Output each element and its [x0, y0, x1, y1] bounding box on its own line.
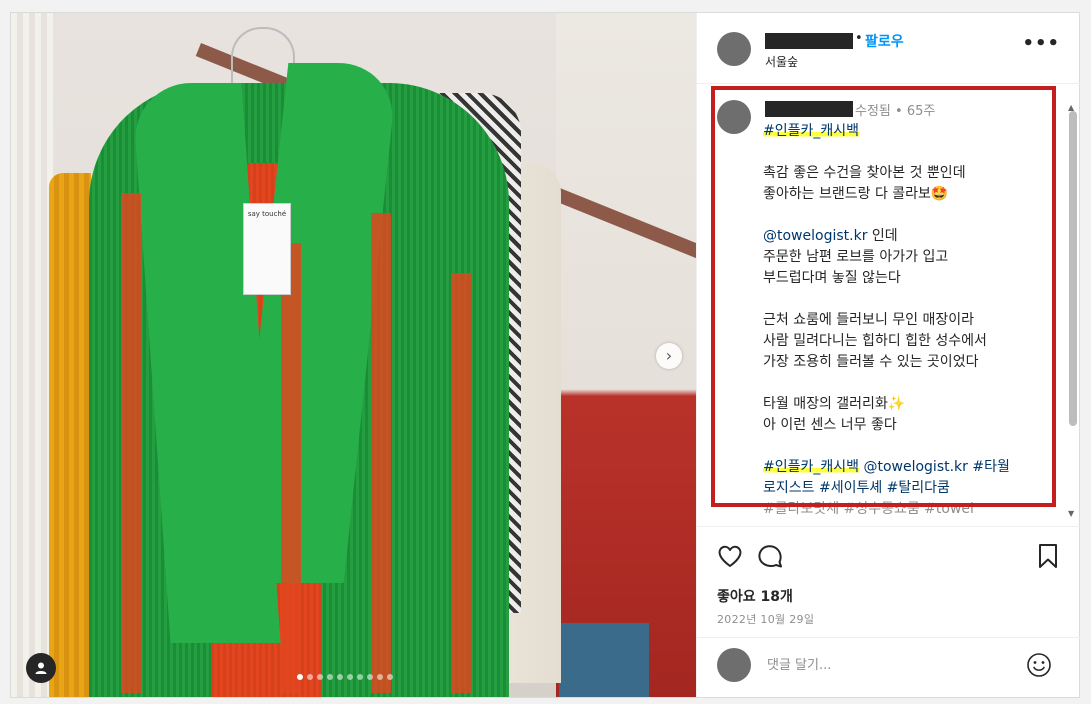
- post-side-panel: • 팔로우 서울숲 ••• 수정됨 • 65주 #인플카_캐시백 촉감 좋은 수…: [696, 13, 1080, 697]
- likes-count[interactable]: 좋아요 18개: [717, 586, 793, 606]
- carousel-dot: [357, 674, 363, 680]
- carousel-dot: [347, 674, 353, 680]
- caption-line: 사람 밀려다니는 힙하디 힙한 성수에서: [763, 333, 987, 349]
- hashtag-links[interactable]: @towelogist.kr #타월: [859, 459, 1009, 475]
- comments-scrollbar[interactable]: [1069, 111, 1077, 426]
- photo-artwork: [559, 623, 649, 697]
- caption-line: 촉감 좋은 수건을 찾아본 것 뿐인데: [763, 165, 966, 181]
- photo-towel-yellow: [49, 173, 91, 697]
- carousel-indicator: [297, 674, 393, 680]
- clothing-label-text: say touché: [247, 210, 287, 218]
- commenter-avatar[interactable]: [717, 100, 751, 134]
- photo-print-stripe: [281, 243, 301, 693]
- carousel-dot: [387, 674, 393, 680]
- author-avatar[interactable]: [717, 32, 751, 66]
- commenter-username-redacted[interactable]: [765, 101, 853, 117]
- photo-print-stripe: [121, 193, 141, 693]
- photo-print-stripe: [451, 273, 471, 693]
- viewer-avatar: [717, 648, 751, 682]
- hashtag-link[interactable]: #인플카_캐시백: [763, 459, 860, 475]
- caption-line: 가장 조용히 들러볼 수 있는 곳이었다: [763, 354, 979, 370]
- caption-line: 주문한 남편 로브를 아가가 입고: [763, 249, 949, 265]
- more-options-icon[interactable]: •••: [1022, 33, 1060, 54]
- carousel-dot: [317, 674, 323, 680]
- mention-link[interactable]: @towelogist.kr: [763, 228, 867, 244]
- post-date: 2022년 10월 29일: [717, 613, 815, 626]
- heart-icon[interactable]: [715, 541, 745, 571]
- comments-area[interactable]: 수정됨 • 65주 #인플카_캐시백 촉감 좋은 수건을 찾아본 것 뿐인데 좋…: [697, 84, 1080, 526]
- chevron-right-icon: ›: [665, 346, 673, 365]
- carousel-dot: [307, 674, 313, 680]
- bookmark-icon[interactable]: [1033, 541, 1063, 571]
- caption-line: 근처 쇼룸에 들러보니 무인 매장이라: [763, 312, 974, 328]
- post-caption: #인플카_캐시백 촉감 좋은 수건을 찾아본 것 뿐인데 좋아하는 브랜드랑 다…: [763, 121, 1053, 526]
- caption-line: 아 이런 센스 너무 좋다: [763, 417, 897, 433]
- follow-button[interactable]: 팔로우: [865, 31, 904, 51]
- carousel-next-button[interactable]: ›: [656, 343, 682, 369]
- post-actions: 좋아요 18개 2022년 10월 29일: [697, 526, 1080, 637]
- separator-dot: •: [855, 31, 863, 46]
- comment-input[interactable]: [767, 653, 1017, 677]
- user-tags-button[interactable]: [26, 653, 56, 683]
- carousel-dot: [327, 674, 333, 680]
- carousel-dot: [367, 674, 373, 680]
- hashtag-links[interactable]: #콜라보맛세 #성수동쇼룸 #towel: [763, 501, 974, 517]
- comment-meta: 수정됨 • 65주: [855, 104, 936, 119]
- location-link[interactable]: 서울숲: [765, 53, 798, 70]
- post-header: • 팔로우 서울숲 •••: [697, 13, 1080, 84]
- scroll-down-arrow-icon[interactable]: ▼: [1068, 509, 1074, 518]
- photo-print-stripe: [371, 213, 391, 693]
- caption-line: 인데: [867, 228, 898, 244]
- emoji-icon[interactable]: [1025, 651, 1053, 679]
- post-dialog: say touché › • 팔로우 서울숲 ••• 수정됨 • 65주 #인플…: [10, 12, 1080, 698]
- caption-line: 좋아하는 브랜드랑 다 콜라보🤩: [763, 186, 949, 202]
- carousel-dot: [377, 674, 383, 680]
- comment-icon[interactable]: [755, 541, 785, 571]
- hashtag-links[interactable]: 로지스트 #세이투셰 #탈리다쿰: [763, 480, 950, 496]
- post-photo[interactable]: say touché ›: [11, 13, 696, 697]
- caption-line: 부드럽다며 놓질 않는다: [763, 270, 901, 286]
- author-username-redacted[interactable]: [765, 33, 853, 49]
- caption-line: 타월 매장의 갤러리화✨: [763, 396, 906, 412]
- carousel-dot: [337, 674, 343, 680]
- carousel-dot: [297, 674, 303, 680]
- user-icon: [35, 662, 47, 674]
- comment-composer: [697, 637, 1080, 698]
- hashtag-link[interactable]: #인플카_캐시백: [763, 123, 860, 139]
- photo-clothing-label: say touché: [243, 203, 291, 295]
